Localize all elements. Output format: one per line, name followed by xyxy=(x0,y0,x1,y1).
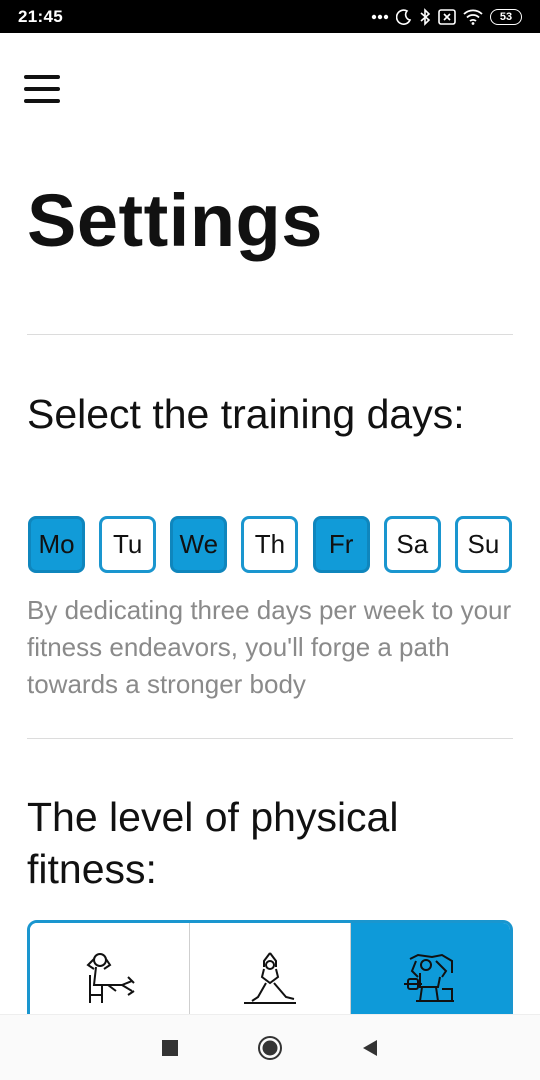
hamburger-menu-icon[interactable] xyxy=(22,72,62,106)
wifi-icon xyxy=(463,9,483,25)
person-sitting-chair-icon xyxy=(86,953,135,1003)
recents-square-icon xyxy=(162,1039,178,1056)
training-days-selector: Mo Tu We Th Fr Sa Su xyxy=(28,516,512,573)
divider xyxy=(27,334,513,335)
fitness-level-beginner[interactable] xyxy=(30,923,190,1027)
battery-level: 53 xyxy=(499,10,513,23)
status-time: 21:45 xyxy=(18,6,63,26)
home-circle-icon xyxy=(258,1035,282,1060)
status-bar: 21:45 53 xyxy=(0,0,540,33)
person-weightlifting-icon xyxy=(404,953,455,1002)
menu-line xyxy=(24,87,60,91)
fitness-level-intermediate[interactable] xyxy=(189,923,350,1027)
day-chip-th[interactable]: Th xyxy=(241,516,299,573)
fitness-level-advanced[interactable] xyxy=(349,923,510,1027)
divider xyxy=(27,738,513,739)
bluetooth-icon xyxy=(420,7,431,26)
battery-icon: 53 xyxy=(490,8,522,25)
system-nav-bar xyxy=(0,1014,540,1080)
sim-icon xyxy=(438,8,456,25)
fitness-level-heading: The level of physical fitness: xyxy=(27,794,399,892)
moon-icon xyxy=(396,8,412,25)
status-icons: 53 xyxy=(371,7,522,26)
day-chip-sa[interactable]: Sa xyxy=(383,516,441,573)
day-chip-mo[interactable]: Mo xyxy=(28,516,85,573)
training-days-note: By dedicating three days per week to you… xyxy=(27,595,512,699)
day-chip-su[interactable]: Su xyxy=(454,516,512,573)
home-button[interactable] xyxy=(250,1028,290,1068)
day-chip-tu[interactable]: Tu xyxy=(99,516,157,573)
page-title: Settings xyxy=(27,179,323,262)
back-button[interactable] xyxy=(350,1028,390,1068)
day-chip-we[interactable]: We xyxy=(170,516,228,573)
day-chip-fr[interactable]: Fr xyxy=(312,516,370,573)
menu-line xyxy=(24,99,60,103)
more-dots-icon xyxy=(371,14,389,19)
training-days-heading: Select the training days: xyxy=(27,391,465,437)
back-triangle-icon xyxy=(363,1039,377,1056)
recents-button[interactable] xyxy=(150,1028,190,1068)
menu-line xyxy=(24,75,60,79)
person-stretching-icon xyxy=(243,952,296,1004)
